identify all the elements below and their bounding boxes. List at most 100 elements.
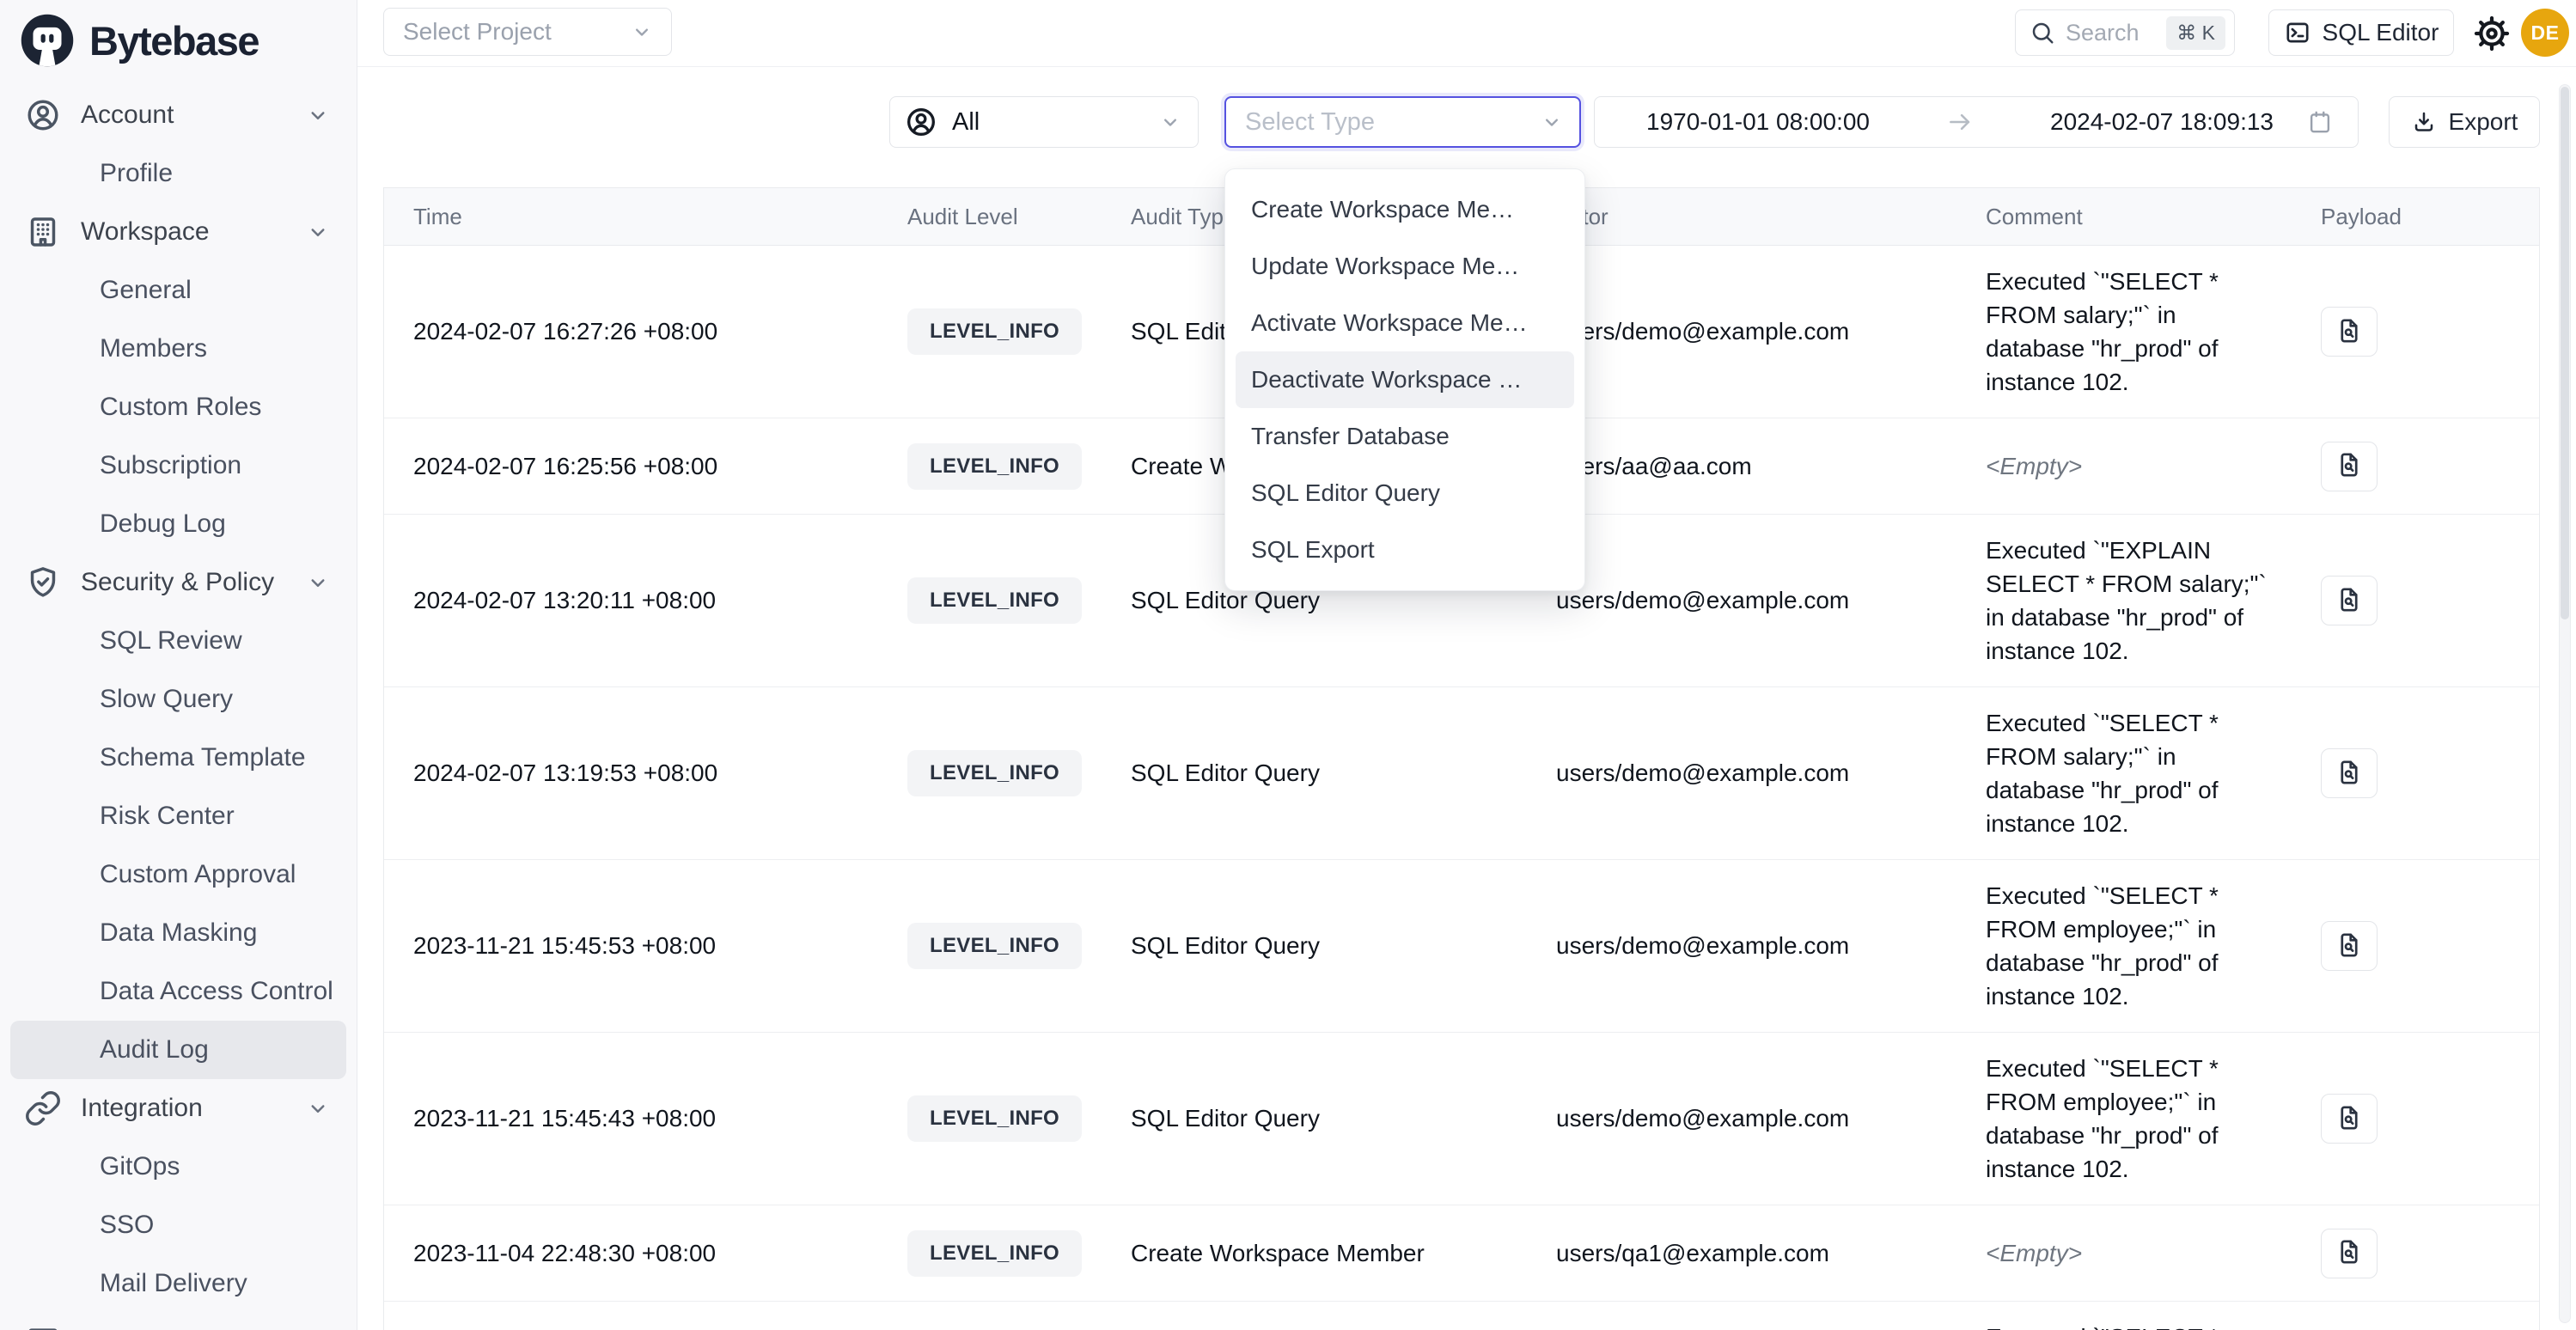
- sidebar-label: SQL Review: [100, 626, 242, 656]
- brand-logo[interactable]: Bytebase: [0, 0, 357, 74]
- date-range-picker[interactable]: 1970-01-01 08:00:00 2024-02-07 18:09:13: [1594, 96, 2359, 148]
- sidebar-item-custom-approval[interactable]: Custom Approval: [10, 845, 346, 904]
- type-menu-item-sql-export[interactable]: SQL Export: [1236, 522, 1574, 578]
- table-row: 2023-11-04 22:48:30 +08:00LEVEL_INFOCrea…: [384, 1205, 2539, 1302]
- sidebar-item-gitops[interactable]: GitOps: [10, 1138, 346, 1196]
- file-search-icon: [2335, 930, 2364, 962]
- table-row: 2023-11-04 21:26:24 +08:00LEVEL_INFOSQL …: [384, 1302, 2539, 1330]
- sidebar-item-slow-query[interactable]: Slow Query: [10, 670, 346, 729]
- sidebar-nav: AccountProfileWorkspace General Members Cus…: [0, 74, 357, 1330]
- sidebar-label: Risk Center: [100, 802, 235, 831]
- sidebar-section-account[interactable]: Account: [10, 86, 346, 144]
- sidebar-item-members[interactable]: Members: [10, 320, 346, 378]
- avatar[interactable]: DE: [2521, 9, 2569, 57]
- comment-cell: Executed `"SELECT * FROM department;"` i…: [1956, 1302, 2300, 1330]
- time-cell: 2023-11-21 15:45:43 +08:00: [384, 1105, 878, 1132]
- scrollbar-thumb[interactable]: [2561, 87, 2569, 619]
- payload-cell: [2300, 1094, 2541, 1144]
- sidebar-label: Members: [100, 334, 207, 363]
- file-search-icon: [2335, 585, 2364, 617]
- sidebar-label: General: [100, 276, 192, 305]
- type-menu-item-update-workspace-me[interactable]: Update Workspace Me…: [1236, 238, 1574, 295]
- sidebar-label: Audit Log: [100, 1035, 209, 1065]
- sidebar-item-custom-roles[interactable]: Custom Roles: [10, 378, 346, 436]
- table-row: 2024-02-07 13:19:53 +08:00LEVEL_INFOSQL …: [384, 687, 2539, 860]
- payload-cell: [2300, 442, 2541, 491]
- payload-view-button[interactable]: [2321, 1229, 2378, 1278]
- project-select[interactable]: Select Project: [383, 8, 672, 56]
- audit-level-cell: LEVEL_INFO: [878, 1230, 1102, 1277]
- sidebar-item-data-access-control[interactable]: Data Access Control: [10, 962, 346, 1021]
- level-badge: LEVEL_INFO: [907, 1230, 1082, 1277]
- table-row: 2023-11-21 15:45:53 +08:00LEVEL_INFOSQL …: [384, 860, 2539, 1033]
- comment-cell: Executed `"SELECT * FROM salary;"` in da…: [1956, 246, 2300, 418]
- project-select-placeholder: Select Project: [403, 18, 552, 46]
- audit-type-cell: SQL Editor Query: [1102, 760, 1527, 787]
- column-header-audit-level: Audit Level: [878, 204, 1102, 230]
- sidebar-item-debug-log[interactable]: Debug Log: [10, 495, 346, 553]
- sidebar-item-data-masking[interactable]: Data Masking: [10, 904, 346, 962]
- actor-cell: users/demo@example.com: [1527, 318, 1956, 345]
- sidebar-section-security-policy[interactable]: Security & Policy: [10, 553, 346, 612]
- audit-level-cell: LEVEL_INFO: [878, 443, 1102, 490]
- sidebar-label: Data Masking: [100, 918, 257, 948]
- vertical-scrollbar[interactable]: [2559, 84, 2571, 1323]
- sidebar-label: Custom Roles: [100, 393, 261, 422]
- comment-cell: Executed `"SELECT * FROM employee;"` in …: [1956, 860, 2300, 1032]
- time-cell: 2024-02-07 16:25:56 +08:00: [384, 453, 878, 480]
- payload-view-button[interactable]: [2321, 442, 2378, 491]
- audit-type-cell: SQL Editor Query: [1102, 932, 1527, 960]
- sidebar-item-general[interactable]: General: [10, 261, 346, 320]
- search-shortcut-badge: ⌘ K: [2166, 16, 2225, 50]
- sidebar-item-sso[interactable]: SSO: [10, 1196, 346, 1254]
- payload-view-button[interactable]: [2321, 1094, 2378, 1144]
- payload-cell: [2300, 1229, 2541, 1278]
- type-menu-item-create-workspace-me[interactable]: Create Workspace Me…: [1236, 181, 1574, 238]
- level-badge: LEVEL_INFO: [907, 577, 1082, 624]
- sql-editor-button[interactable]: SQL Editor: [2268, 9, 2454, 56]
- bytebase-logo-icon: [19, 12, 76, 69]
- type-menu-item-transfer-database[interactable]: Transfer Database: [1236, 408, 1574, 465]
- actor-cell: users/demo@example.com: [1527, 587, 1956, 614]
- actor-filter-value: All: [952, 108, 980, 137]
- type-menu-item-activate-workspace-me[interactable]: Activate Workspace Me…: [1236, 295, 1574, 351]
- sidebar-item-mail-delivery[interactable]: Mail Delivery: [10, 1254, 346, 1313]
- sidebar-label: GitOps: [100, 1152, 180, 1181]
- archive-icon: [24, 1323, 62, 1330]
- sidebar-section-workspace[interactable]: Workspace: [10, 203, 346, 261]
- sidebar-item-risk-center[interactable]: Risk Center: [10, 787, 346, 845]
- actor-cell: users/aa@aa.com: [1527, 453, 1956, 480]
- export-button[interactable]: Export: [2389, 96, 2540, 148]
- sidebar-item-subscription[interactable]: Subscription: [10, 436, 346, 495]
- actor-filter-select[interactable]: All: [889, 96, 1199, 148]
- type-filter-select[interactable]: Select Type: [1224, 96, 1581, 148]
- type-menu-item-deactivate-workspace[interactable]: Deactivate Workspace …: [1236, 351, 1574, 408]
- payload-view-button[interactable]: [2321, 921, 2378, 971]
- table-row: 2023-11-21 15:45:43 +08:00LEVEL_INFOSQL …: [384, 1033, 2539, 1205]
- arrow-right-icon: [1945, 107, 1975, 137]
- sidebar-label: Schema Template: [100, 743, 306, 772]
- main-area: Select Project Search ⌘ K SQL Editor DE: [357, 0, 2576, 1330]
- payload-view-button[interactable]: [2321, 748, 2378, 798]
- chevron-down-icon: [305, 570, 331, 595]
- sidebar-item-profile[interactable]: Profile: [10, 144, 346, 203]
- comment-cell: <Empty>: [1956, 430, 2300, 502]
- sidebar-section-integration[interactable]: Integration: [10, 1079, 346, 1138]
- chevron-down-icon: [305, 1095, 331, 1121]
- level-badge: LEVEL_INFO: [907, 443, 1082, 490]
- person-circle-icon: [904, 105, 938, 139]
- type-filter-placeholder: Select Type: [1245, 108, 1375, 137]
- sidebar-item-sql-review[interactable]: SQL Review: [10, 612, 346, 670]
- topbar: Select Project Search ⌘ K SQL Editor DE: [357, 0, 2576, 67]
- sidebar-section-archived[interactable]: Archived: [10, 1313, 346, 1330]
- sidebar-label: Integration: [81, 1094, 203, 1123]
- sidebar-item-audit-log[interactable]: Audit Log: [10, 1021, 346, 1079]
- sidebar-label: Data Access Control: [100, 977, 333, 1006]
- sidebar-item-schema-template[interactable]: Schema Template: [10, 729, 346, 787]
- payload-view-button[interactable]: [2321, 307, 2378, 357]
- gear-icon[interactable]: [2472, 14, 2512, 53]
- search-input[interactable]: Search ⌘ K: [2015, 9, 2235, 56]
- level-badge: LEVEL_INFO: [907, 308, 1082, 355]
- payload-view-button[interactable]: [2321, 576, 2378, 625]
- type-menu-item-sql-editor-query[interactable]: SQL Editor Query: [1236, 465, 1574, 522]
